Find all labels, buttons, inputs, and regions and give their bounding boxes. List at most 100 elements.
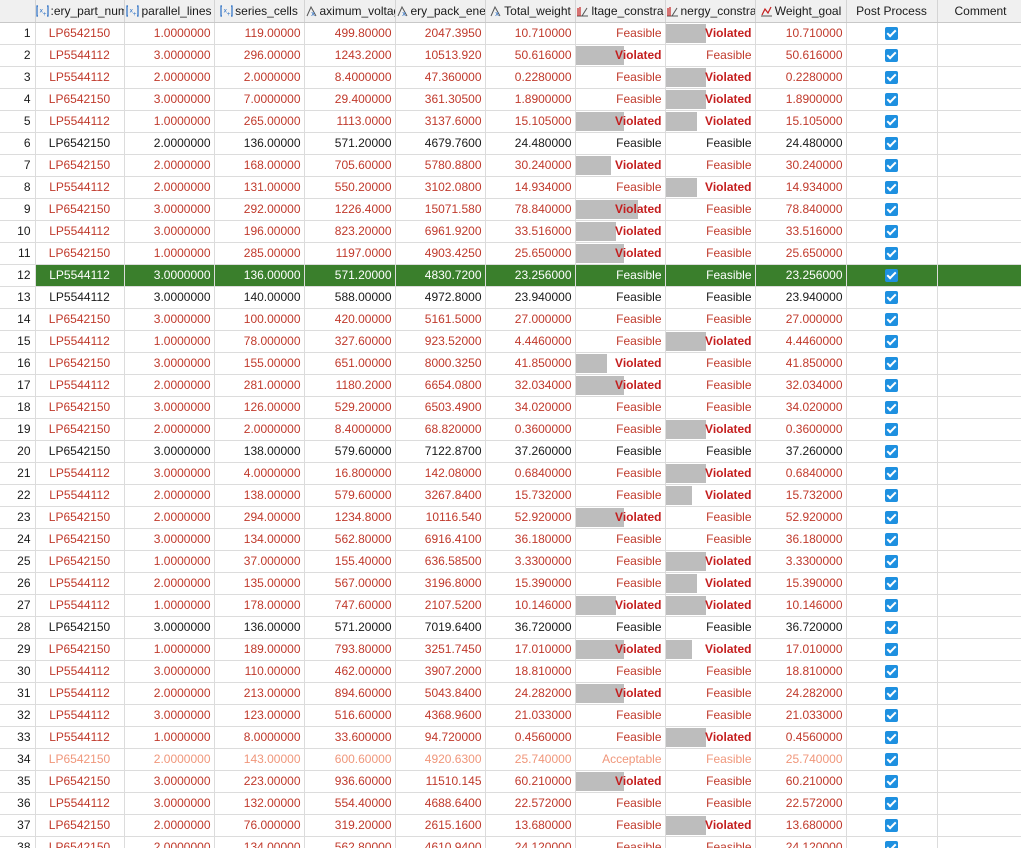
cell-part[interactable]: LP6542150 (35, 22, 125, 45)
comment-cell[interactable] (937, 726, 1021, 749)
cell-weight-goal[interactable]: 0.3600000 (755, 418, 847, 441)
table-row[interactable]: 28 LP6542150 3.0000000 136.00000 571.20000 70… (0, 616, 1021, 639)
cell-energy-constraint[interactable]: Feasible (665, 132, 756, 155)
cell-part[interactable]: LP6542150 (35, 132, 125, 155)
cell-energy[interactable]: 11510.145 (395, 770, 486, 793)
cell-part[interactable]: LP5544112 (35, 330, 125, 353)
cell-weight[interactable]: 4.4460000 (485, 330, 576, 353)
cell-energy[interactable]: 142.08000 (395, 462, 486, 485)
cell-parallel[interactable]: 2.0000000 (124, 176, 215, 199)
cell-voltage-constraint[interactable]: Violated (575, 374, 666, 397)
cell-voltage-constraint[interactable]: Feasible (575, 572, 666, 595)
cell-energy[interactable]: 8000.3250 (395, 352, 486, 375)
table-row[interactable]: 37 LP6542150 2.0000000 76.000000 319.20000 26… (0, 814, 1021, 837)
cell-energy-constraint[interactable]: Feasible (665, 396, 756, 419)
cell-weight-goal[interactable]: 24.120000 (755, 836, 847, 848)
cell-parallel[interactable]: 2.0000000 (124, 814, 215, 837)
cell-energy-constraint[interactable]: Feasible (665, 264, 756, 287)
cell-energy-constraint[interactable]: Violated (665, 418, 756, 441)
cell-weight[interactable]: 0.3600000 (485, 418, 576, 441)
table-row[interactable]: 10 LP5544112 3.0000000 196.00000 823.20000 69… (0, 220, 1021, 243)
post-process-checkbox[interactable] (885, 71, 898, 85)
cell-parallel[interactable]: 2.0000000 (124, 154, 215, 177)
cell-energy-constraint[interactable]: Violated (665, 594, 756, 617)
cell-parallel[interactable]: 3.0000000 (124, 792, 215, 815)
cell-voltage-constraint[interactable]: Violated (575, 154, 666, 177)
cell-voltage[interactable]: 550.20000 (304, 176, 396, 199)
cell-weight-goal[interactable]: 4.4460000 (755, 330, 847, 353)
cell-voltage[interactable]: 651.00000 (304, 352, 396, 375)
cell-parallel[interactable]: 1.0000000 (124, 638, 215, 661)
cell-weight-goal[interactable]: 0.6840000 (755, 462, 847, 485)
cell-energy-constraint[interactable]: Feasible (665, 836, 756, 848)
row-index[interactable]: 15 (0, 330, 36, 353)
column-header[interactable]: ltage_constra (575, 0, 666, 23)
row-index[interactable]: 17 (0, 374, 36, 397)
cell-voltage-constraint[interactable]: Violated (575, 594, 666, 617)
cell-weight[interactable]: 41.850000 (485, 352, 576, 375)
post-process-checkbox[interactable] (885, 401, 898, 415)
cell-part[interactable]: LP6542150 (35, 836, 125, 848)
cell-weight-goal[interactable]: 23.256000 (755, 264, 847, 287)
cell-parallel[interactable]: 3.0000000 (124, 198, 215, 221)
cell-parallel[interactable]: 3.0000000 (124, 44, 215, 67)
cell-series[interactable]: 138.00000 (214, 484, 305, 507)
table-row[interactable]: 13 LP5544112 3.0000000 140.00000 588.00000 49… (0, 286, 1021, 309)
cell-voltage[interactable]: 8.4000000 (304, 66, 396, 89)
comment-cell[interactable] (937, 462, 1021, 485)
table-row[interactable]: 5 LP5544112 1.0000000 265.00000 1113.0000 313… (0, 110, 1021, 133)
comment-cell[interactable] (937, 110, 1021, 133)
cell-voltage[interactable]: 29.400000 (304, 88, 396, 111)
cell-weight-goal[interactable]: 36.180000 (755, 528, 847, 551)
cell-energy[interactable]: 361.30500 (395, 88, 486, 111)
cell-weight-goal[interactable]: 37.260000 (755, 440, 847, 463)
cell-voltage-constraint[interactable]: Feasible (575, 286, 666, 309)
cell-energy[interactable]: 2615.1600 (395, 814, 486, 837)
comment-cell[interactable] (937, 440, 1021, 463)
row-index[interactable]: 1 (0, 22, 36, 45)
row-index[interactable]: 31 (0, 682, 36, 705)
post-process-checkbox[interactable] (885, 225, 898, 239)
comment-cell[interactable] (937, 330, 1021, 353)
post-process-checkbox[interactable] (885, 357, 898, 371)
row-index[interactable]: 21 (0, 462, 36, 485)
cell-energy[interactable]: 6654.0800 (395, 374, 486, 397)
cell-energy-constraint[interactable]: Feasible (665, 748, 756, 771)
cell-series[interactable]: 136.00000 (214, 132, 305, 155)
cell-energy[interactable]: 4368.9600 (395, 704, 486, 727)
table-row[interactable]: 6 LP6542150 2.0000000 136.00000 571.20000 467… (0, 132, 1021, 155)
cell-parallel[interactable]: 2.0000000 (124, 484, 215, 507)
row-index[interactable]: 32 (0, 704, 36, 727)
cell-series[interactable]: 140.00000 (214, 286, 305, 309)
cell-weight-goal[interactable]: 24.480000 (755, 132, 847, 155)
cell-energy[interactable]: 6916.4100 (395, 528, 486, 551)
comment-cell[interactable] (937, 836, 1021, 848)
cell-voltage-constraint[interactable]: Feasible (575, 330, 666, 353)
cell-weight[interactable]: 15.390000 (485, 572, 576, 595)
cell-energy[interactable]: 4688.6400 (395, 792, 486, 815)
post-process-checkbox[interactable] (885, 753, 898, 767)
cell-part[interactable]: LP5544112 (35, 176, 125, 199)
cell-series[interactable]: 7.0000000 (214, 88, 305, 111)
cell-voltage-constraint[interactable]: Feasible (575, 462, 666, 485)
cell-energy-constraint[interactable]: Violated (665, 66, 756, 89)
post-process-checkbox[interactable] (885, 643, 898, 657)
table-row[interactable]: 3 LP5544112 2.0000000 2.0000000 8.4000000 47.… (0, 66, 1021, 89)
row-index[interactable]: 6 (0, 132, 36, 155)
cell-energy[interactable]: 3907.2000 (395, 660, 486, 683)
cell-weight[interactable]: 0.6840000 (485, 462, 576, 485)
cell-series[interactable]: 100.00000 (214, 308, 305, 331)
row-index[interactable]: 24 (0, 528, 36, 551)
row-index[interactable]: 36 (0, 792, 36, 815)
row-index[interactable]: 34 (0, 748, 36, 771)
cell-energy-constraint[interactable]: Feasible (665, 242, 756, 265)
table-row[interactable]: 20 LP6542150 3.0000000 138.00000 579.60000 71… (0, 440, 1021, 463)
cell-weight[interactable]: 25.650000 (485, 242, 576, 265)
comment-cell[interactable] (937, 396, 1021, 419)
cell-voltage-constraint[interactable]: Feasible (575, 440, 666, 463)
cell-energy-constraint[interactable]: Violated (665, 572, 756, 595)
cell-series[interactable]: 78.000000 (214, 330, 305, 353)
cell-voltage[interactable]: 588.00000 (304, 286, 396, 309)
cell-weight-goal[interactable]: 1.8900000 (755, 88, 847, 111)
cell-series[interactable]: 155.00000 (214, 352, 305, 375)
